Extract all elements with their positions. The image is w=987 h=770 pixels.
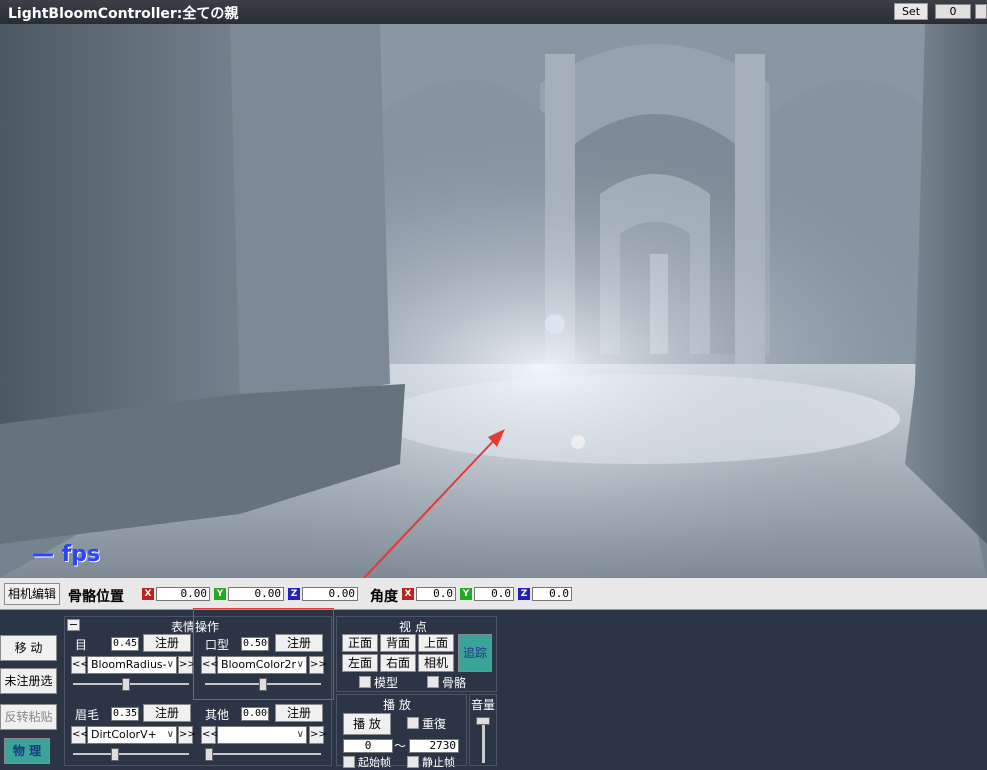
window-titlebar: LightBloomController:全ての親 Set 0 xyxy=(0,0,987,24)
eye-prev-button[interactable]: << xyxy=(71,656,89,674)
other-slider[interactable] xyxy=(205,748,321,761)
reverse-paste-button[interactable]: 反转粘贴 xyxy=(0,704,57,730)
expression-collapse-button[interactable]: − xyxy=(67,619,80,631)
scene-render xyxy=(0,24,987,578)
start-frame-label: 起始帧 xyxy=(358,756,391,769)
view-left-button[interactable]: 左面 xyxy=(342,654,378,672)
camera-edit-button[interactable]: 相机编辑 xyxy=(4,583,60,605)
brow-morph-select[interactable]: DirtColorV+ ∨ xyxy=(87,726,177,744)
bone-checkbox[interactable] xyxy=(427,676,439,688)
view-top-button[interactable]: 上面 xyxy=(418,634,454,652)
physics-button[interactable]: 物 理 xyxy=(4,738,50,764)
brow-next-button[interactable]: >> xyxy=(178,726,196,744)
brow-prev-button[interactable]: << xyxy=(71,726,89,744)
end-frame-field[interactable]: 2730 xyxy=(409,739,459,753)
view-right-button[interactable]: 右面 xyxy=(380,654,416,672)
brow-label: 眉毛 xyxy=(75,708,100,722)
eye-register-button[interactable]: 注册 xyxy=(143,634,191,652)
eye-slider[interactable] xyxy=(73,678,189,691)
other-slider-track xyxy=(205,753,321,755)
other-label: 其他 xyxy=(205,708,230,722)
ang-y-field[interactable]: 0.0 xyxy=(474,587,514,601)
model-checkbox[interactable] xyxy=(359,676,371,688)
chevron-down-icon: ∨ xyxy=(166,729,174,740)
eye-morph-select-value: BloomRadius- xyxy=(91,658,167,671)
pos-y-axis-icon: Y xyxy=(214,588,226,600)
eye-morph-select[interactable]: BloomRadius- ∨ xyxy=(87,656,177,674)
move-button[interactable]: 移 动 xyxy=(0,635,57,661)
eye-label: 目 xyxy=(75,638,88,652)
volume-slider-thumb[interactable] xyxy=(476,717,490,725)
angle-label: 角度 xyxy=(370,589,398,605)
start-frame-checkbox[interactable] xyxy=(343,756,355,768)
pos-z-field[interactable]: 0.00 xyxy=(302,587,358,601)
brow-slider-thumb[interactable] xyxy=(111,748,119,761)
set-button[interactable]: Set xyxy=(894,3,928,20)
view-panel-title: 视 点 xyxy=(399,620,427,634)
pos-x-field[interactable]: 0.00 xyxy=(156,587,210,601)
view-front-button[interactable]: 正面 xyxy=(342,634,378,652)
start-frame-field[interactable]: 0 xyxy=(343,739,393,753)
eye-value-field[interactable]: 0.450 xyxy=(111,637,139,651)
ang-z-field[interactable]: 0.0 xyxy=(532,587,572,601)
window-title: LightBloomController:全ての親 xyxy=(8,6,239,22)
brow-value-field[interactable]: 0.350 xyxy=(111,707,139,721)
brow-register-button[interactable]: 注册 xyxy=(143,704,191,722)
play-panel: 播 放 播 放 重復 0 〜 2730 起始帧 静止帧 xyxy=(336,694,467,769)
annotation-highlight-box xyxy=(193,608,334,700)
bone-position-label: 骨骼位置 xyxy=(68,589,124,605)
other-slider-thumb[interactable] xyxy=(205,748,213,761)
brow-slider-track xyxy=(73,753,189,755)
fps-indicator: — fps xyxy=(32,542,101,567)
ang-z-axis-icon: Z xyxy=(518,588,530,600)
volume-panel-title: 音量 xyxy=(471,698,496,712)
other-next-button[interactable]: >> xyxy=(309,726,327,744)
other-morph-select[interactable]: ∨ xyxy=(217,726,307,744)
play-button[interactable]: 播 放 xyxy=(343,713,391,735)
eye-slider-track xyxy=(73,683,189,685)
other-value-field[interactable]: 0.000 xyxy=(241,707,269,721)
set-extra-field[interactable] xyxy=(975,4,987,19)
render-viewport[interactable]: — fps xyxy=(0,24,987,578)
view-back-button[interactable]: 背面 xyxy=(380,634,416,652)
view-panel: 视 点 正面 背面 上面 左面 右面 相机 追踪 模型 骨骼 xyxy=(336,616,497,692)
chevron-down-icon: ∨ xyxy=(166,659,174,670)
pos-x-axis-icon: X xyxy=(142,588,154,600)
stop-frame-checkbox[interactable] xyxy=(407,756,419,768)
other-register-button[interactable]: 注册 xyxy=(275,704,323,722)
eye-slider-thumb[interactable] xyxy=(122,678,130,691)
volume-panel: 音量 xyxy=(469,694,497,766)
view-camera-button[interactable]: 相机 xyxy=(418,654,454,672)
stop-frame-label: 静止帧 xyxy=(422,756,455,769)
chevron-down-icon: ∨ xyxy=(296,729,304,740)
set-value-field[interactable]: 0 xyxy=(935,4,971,19)
other-prev-button[interactable]: << xyxy=(201,726,219,744)
bone-position-bar: 相机编辑 骨骼位置 X 0.00 Y 0.00 Z 0.00 角度 X 0.0 … xyxy=(0,578,987,610)
repeat-checkbox[interactable] xyxy=(407,717,419,729)
model-checkbox-label: 模型 xyxy=(374,676,399,690)
repeat-label: 重復 xyxy=(422,717,447,731)
play-panel-title: 播 放 xyxy=(383,698,411,712)
brow-slider[interactable] xyxy=(73,748,189,761)
pos-z-axis-icon: Z xyxy=(288,588,300,600)
track-button[interactable]: 追踪 xyxy=(458,634,492,672)
frame-range-separator: 〜 xyxy=(394,739,407,753)
eye-next-button[interactable]: >> xyxy=(178,656,196,674)
ang-y-axis-icon: Y xyxy=(460,588,472,600)
pos-y-field[interactable]: 0.00 xyxy=(228,587,284,601)
brow-morph-select-value: DirtColorV+ xyxy=(91,728,157,741)
bone-checkbox-label: 骨骼 xyxy=(442,676,467,690)
ang-x-axis-icon: X xyxy=(402,588,414,600)
ang-x-field[interactable]: 0.0 xyxy=(416,587,456,601)
unregistered-select-button[interactable]: 未注册选 xyxy=(0,668,57,694)
